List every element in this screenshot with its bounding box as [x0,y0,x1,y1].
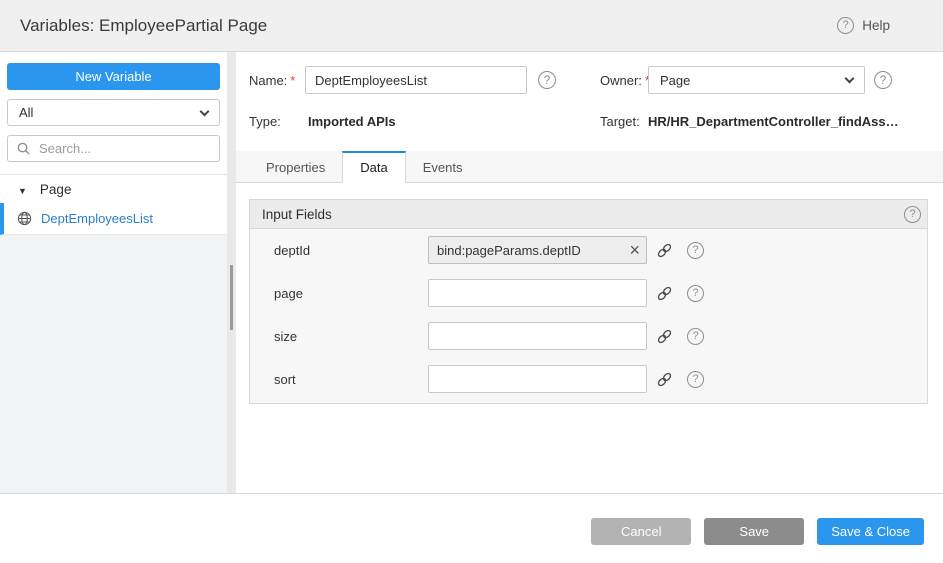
owner-select[interactable]: Page [648,66,865,94]
globe-icon [17,211,32,226]
tab-data[interactable]: Data [342,151,405,183]
field-help-icon[interactable] [687,328,704,345]
field-help-icon[interactable] [687,242,704,259]
name-help-icon[interactable] [538,71,556,89]
required-asterisk: * [290,73,295,88]
owner-help-icon[interactable] [874,71,892,89]
collapse-arrow-icon [18,182,27,197]
input-fields-panel: Input Fields deptId [249,199,928,404]
input-fields-body: deptId [250,229,927,403]
target-label: Target: [600,114,648,129]
search-box [7,135,220,162]
editor-tabs: Properties Data Events [236,151,943,183]
field-row-deptid: deptId [274,236,927,264]
tree-item-deptemployeeslist[interactable]: DeptEmployeesList [0,203,227,235]
cancel-button[interactable]: Cancel [591,518,691,545]
help-icon [837,17,854,34]
tab-events[interactable]: Events [406,151,480,182]
owner-label: Owner:* [600,73,648,88]
tree-group-page[interactable]: Page [0,175,227,203]
target-value: HR/HR_DepartmentController_findAss… [648,114,899,129]
input-fields-title: Input Fields [262,207,332,222]
type-label: Type: [249,114,308,129]
field-help-icon[interactable] [687,285,704,302]
bind-link-icon[interactable] [656,285,673,302]
field-help-icon[interactable] [687,371,704,388]
dialog-body: New Variable All Page [0,52,943,493]
sidebar-empty-area [0,235,227,493]
tree-group-label: Page [40,182,72,197]
page-title: Variables: EmployeePartial Page [20,16,267,36]
bind-link-icon[interactable] [656,328,673,345]
save-and-close-button[interactable]: Save & Close [817,518,924,545]
size-input[interactable] [428,322,647,350]
page-input[interactable] [428,279,647,307]
field-label: deptId [274,243,428,258]
sidebar: New Variable All Page [0,52,227,493]
help-label: Help [862,18,890,33]
variables-dialog: Variables: EmployeePartial Page Help New… [0,0,943,563]
input-fields-help-icon[interactable] [904,206,921,223]
panel-divider[interactable] [227,52,236,493]
new-variable-button[interactable]: New Variable [7,63,220,90]
filter-select-value: All [19,105,33,120]
bind-link-icon[interactable] [656,371,673,388]
field-label: page [274,286,428,301]
bind-link-icon[interactable] [656,242,673,259]
chevron-down-icon [200,106,210,116]
name-input[interactable] [305,66,527,94]
tab-properties[interactable]: Properties [249,151,342,182]
type-value: Imported APIs [308,114,396,129]
chevron-down-icon [845,74,855,84]
scrollbar-thumb[interactable] [230,265,233,330]
sort-input[interactable] [428,365,647,393]
clear-binding-icon[interactable] [629,241,640,259]
save-button[interactable]: Save [704,518,804,545]
search-input[interactable] [37,140,210,157]
field-row-page: page [274,279,927,307]
owner-select-value: Page [660,73,690,88]
name-label: Name:* [249,73,305,88]
variable-editor: Name:* Owner:* Page Type: Imported APIs [236,52,943,493]
variable-filter-select[interactable]: All [7,99,220,126]
dialog-header: Variables: EmployeePartial Page Help [0,0,943,52]
field-row-sort: sort [274,365,927,393]
tree-item-label: DeptEmployeesList [41,211,153,226]
deptid-input[interactable] [428,236,647,264]
search-icon [17,142,30,155]
help-button[interactable]: Help [837,17,890,34]
field-label: sort [274,372,428,387]
field-row-size: size [274,322,927,350]
field-label: size [274,329,428,344]
dialog-footer: Cancel Save Save & Close [0,493,943,563]
input-fields-header: Input Fields [250,200,927,229]
variable-tree: Page DeptEmployeesList [0,174,227,493]
